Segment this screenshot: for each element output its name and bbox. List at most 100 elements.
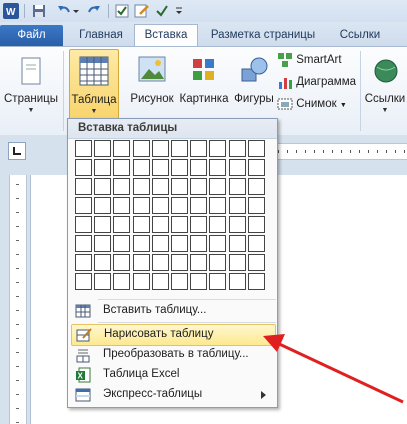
chart-button[interactable]: Диаграмма	[277, 73, 356, 91]
grid-cell[interactable]	[132, 216, 150, 233]
grid-cell[interactable]	[75, 140, 92, 157]
grid-cell[interactable]	[94, 178, 112, 195]
clipart-button[interactable]: Картинка	[176, 49, 232, 121]
grid-cell[interactable]	[113, 197, 131, 214]
grid-cell[interactable]	[247, 235, 265, 252]
grid-cell[interactable]	[247, 216, 265, 233]
grid-cell[interactable]	[132, 159, 150, 176]
table-button[interactable]: Таблица ▼	[69, 49, 119, 123]
grid-cell[interactable]	[94, 254, 112, 271]
grid-cell[interactable]	[132, 235, 150, 252]
grid-cell[interactable]	[75, 235, 92, 252]
tab-home[interactable]: Главная	[70, 25, 132, 46]
quick-tables-item[interactable]: Экспресс-таблицы	[71, 385, 274, 405]
links-button[interactable]: Ссылки ▼	[363, 49, 407, 121]
grid-cell[interactable]	[151, 254, 169, 271]
grid-cell[interactable]	[209, 273, 227, 290]
grid-cell[interactable]	[113, 216, 131, 233]
grid-cell[interactable]	[171, 216, 188, 233]
grid-cell[interactable]	[151, 197, 169, 214]
grid-cell[interactable]	[209, 254, 227, 271]
grid-cell[interactable]	[209, 140, 227, 157]
grid-cell[interactable]	[190, 140, 208, 157]
grid-cell[interactable]	[247, 254, 265, 271]
grid-cell[interactable]	[171, 159, 188, 176]
grid-cell[interactable]	[132, 197, 150, 214]
shapes-button[interactable]: Фигуры	[232, 49, 276, 121]
grid-cell[interactable]	[151, 140, 169, 157]
grid-cell[interactable]	[75, 216, 92, 233]
grid-cell[interactable]	[190, 178, 208, 195]
grid-cell[interactable]	[151, 216, 169, 233]
tab-insert[interactable]: Вставка	[134, 24, 198, 47]
grid-cell[interactable]	[75, 197, 92, 214]
grid-cell[interactable]	[209, 159, 227, 176]
check-box-icon[interactable]	[114, 3, 130, 19]
grid-cell[interactable]	[190, 216, 208, 233]
grid-cell[interactable]	[190, 235, 208, 252]
screenshot-button[interactable]: Снимок ▼	[277, 95, 347, 113]
table-size-grid[interactable]	[75, 140, 267, 292]
grid-cell[interactable]	[228, 140, 246, 157]
customize-toolbar-icon[interactable]	[175, 3, 183, 19]
grid-cell[interactable]	[113, 178, 131, 195]
grid-cell[interactable]	[94, 273, 112, 290]
grid-cell[interactable]	[132, 178, 150, 195]
grid-cell[interactable]	[113, 235, 131, 252]
grid-cell[interactable]	[209, 178, 227, 195]
tab-file[interactable]: Файл	[0, 25, 63, 46]
grid-cell[interactable]	[113, 159, 131, 176]
grid-cell[interactable]	[171, 235, 188, 252]
draw-table-item[interactable]: Нарисовать таблицу	[71, 324, 276, 346]
grid-cell[interactable]	[94, 140, 112, 157]
picture-button[interactable]: Рисунок	[128, 49, 176, 121]
grid-cell[interactable]	[190, 197, 208, 214]
tab-selector[interactable]	[8, 142, 26, 160]
grid-cell[interactable]	[171, 273, 188, 290]
grid-cell[interactable]	[190, 273, 208, 290]
grid-cell[interactable]	[75, 273, 92, 290]
grid-cell[interactable]	[94, 159, 112, 176]
grid-cell[interactable]	[247, 178, 265, 195]
grid-cell[interactable]	[228, 216, 246, 233]
grid-cell[interactable]	[94, 216, 112, 233]
grid-cell[interactable]	[151, 235, 169, 252]
grid-cell[interactable]	[228, 235, 246, 252]
grid-cell[interactable]	[151, 273, 169, 290]
grid-cell[interactable]	[113, 254, 131, 271]
grid-cell[interactable]	[171, 197, 188, 214]
grid-cell[interactable]	[75, 254, 92, 271]
grid-cell[interactable]	[75, 178, 92, 195]
word-logo-icon[interactable]: W	[3, 3, 19, 19]
save-icon[interactable]	[31, 3, 47, 19]
grid-cell[interactable]	[247, 140, 265, 157]
excel-table-item[interactable]: X Таблица Excel	[71, 365, 274, 385]
grid-cell[interactable]	[247, 273, 265, 290]
grid-cell[interactable]	[113, 273, 131, 290]
grid-cell[interactable]	[132, 254, 150, 271]
grid-cell[interactable]	[132, 140, 150, 157]
grid-cell[interactable]	[171, 254, 188, 271]
tab-references[interactable]: Ссылки	[330, 25, 390, 46]
vertical-ruler[interactable]	[9, 175, 27, 424]
grid-cell[interactable]	[190, 254, 208, 271]
grid-cell[interactable]	[228, 273, 246, 290]
smartart-button[interactable]: SmartArt	[277, 51, 342, 69]
grid-cell[interactable]	[171, 140, 188, 157]
grid-cell[interactable]	[94, 235, 112, 252]
convert-to-table-item[interactable]: Преобразовать в таблицу...	[71, 345, 274, 365]
grid-cell[interactable]	[209, 216, 227, 233]
grid-cell[interactable]	[228, 178, 246, 195]
grid-cell[interactable]	[247, 159, 265, 176]
grid-cell[interactable]	[171, 178, 188, 195]
grid-cell[interactable]	[94, 197, 112, 214]
insert-table-item[interactable]: Вставить таблицу...	[71, 301, 274, 321]
grid-cell[interactable]	[209, 235, 227, 252]
grid-cell[interactable]	[132, 273, 150, 290]
grid-cell[interactable]	[151, 178, 169, 195]
undo-dropdown-icon[interactable]	[72, 3, 80, 19]
grid-cell[interactable]	[75, 159, 92, 176]
grid-cell[interactable]	[228, 197, 246, 214]
grid-cell[interactable]	[228, 254, 246, 271]
grid-cell[interactable]	[247, 197, 265, 214]
